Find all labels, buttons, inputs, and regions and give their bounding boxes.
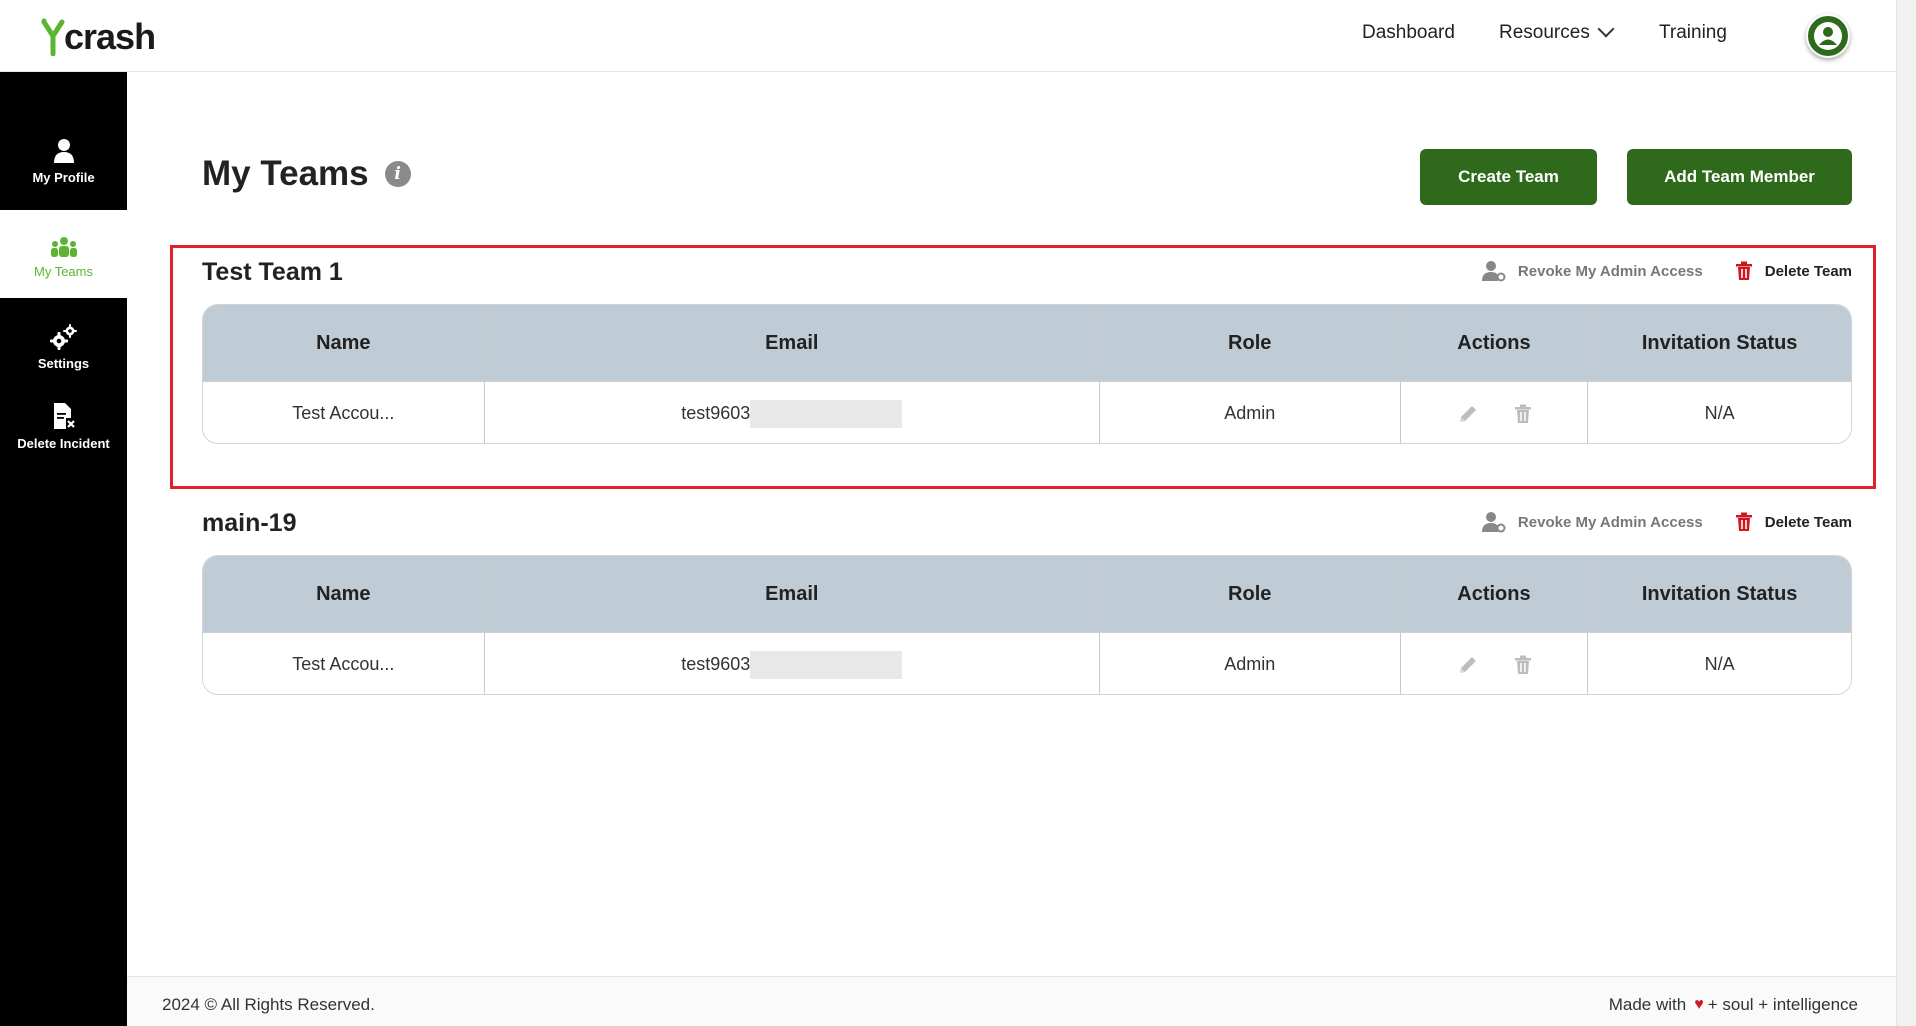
- create-team-button[interactable]: Create Team: [1420, 149, 1597, 205]
- user-key-icon: [1481, 512, 1506, 533]
- edit-icon[interactable]: [1457, 403, 1479, 425]
- member-role: Admin: [1100, 382, 1401, 443]
- heart-icon: ♥: [1694, 996, 1704, 1013]
- team-section: Test Team 1 Revoke My Admin Access Delet…: [202, 254, 1852, 444]
- trash-icon[interactable]: [1514, 404, 1531, 424]
- member-email: test9603: [485, 633, 1100, 694]
- gears-icon: [49, 324, 77, 350]
- copyright-text: 2024 © All Rights Reserved.: [162, 995, 375, 1014]
- col-email: Email: [485, 556, 1100, 632]
- member-name: Test Accou...: [203, 633, 485, 694]
- delete-team-label: Delete Team: [1764, 513, 1852, 531]
- sidebar-item-label: Delete Incident: [17, 436, 110, 451]
- col-invitation-status: Invitation Status: [1641, 331, 1798, 354]
- made-with-tail: + soul + intelligence: [1707, 995, 1858, 1014]
- delete-team-button[interactable]: Delete Team: [1735, 261, 1852, 281]
- trash-icon: [1735, 512, 1752, 531]
- trash-icon: [1735, 261, 1752, 280]
- sidebar-item-settings[interactable]: Settings: [0, 298, 127, 386]
- user-avatar[interactable]: [1806, 14, 1850, 58]
- user-icon: [53, 139, 74, 163]
- scrollbar[interactable]: [1896, 0, 1916, 1026]
- user-icon: [1814, 22, 1842, 50]
- table-row: Test Accou... test9603 Admin N/A: [203, 632, 1851, 694]
- made-with-text: Made with ♥ + soul + intelligence: [1609, 995, 1858, 1015]
- made-with-label: Made with: [1608, 995, 1687, 1014]
- col-email: Email: [485, 305, 1100, 381]
- members-table: Name Email Role Actions Invitation Statu…: [202, 555, 1852, 695]
- delete-team-label: Delete Team: [1764, 262, 1852, 280]
- sidebar-item-label: My Profile: [32, 170, 95, 185]
- member-email-text: test9603: [681, 654, 751, 674]
- col-actions: Actions: [1401, 305, 1589, 381]
- member-name: Test Accou...: [203, 382, 485, 443]
- nav-training[interactable]: Training: [1659, 22, 1727, 44]
- sidebar-item-label: My Teams: [34, 264, 93, 279]
- team-actions: Revoke My Admin Access Delete Team: [1481, 511, 1852, 533]
- info-icon[interactable]: i: [384, 161, 411, 187]
- sidebar-item-my-teams[interactable]: My Teams: [0, 210, 127, 298]
- email-redaction: [750, 399, 903, 428]
- revoke-admin-access-button[interactable]: Revoke My Admin Access: [1481, 260, 1703, 282]
- team-actions: Revoke My Admin Access Delete Team: [1481, 260, 1852, 282]
- member-role: Admin: [1100, 633, 1401, 694]
- table-header: Name Email Role Actions Invitation Statu…: [203, 305, 1851, 381]
- members-table: Name Email Role Actions Invitation Statu…: [202, 304, 1852, 444]
- revoke-label: Revoke My Admin Access: [1517, 513, 1703, 531]
- nav-dashboard[interactable]: Dashboard: [1362, 22, 1455, 44]
- team-section: main-19 Revoke My Admin Access Delete Te…: [202, 505, 1852, 695]
- page-title: My Teams i: [202, 154, 411, 194]
- logo-text: crash: [64, 16, 156, 57]
- add-team-member-button[interactable]: Add Team Member: [1627, 149, 1852, 205]
- col-role: Role: [1100, 305, 1401, 381]
- invitation-status: N/A: [1704, 403, 1735, 423]
- crash-logo[interactable]: crash: [40, 14, 156, 57]
- col-name: Name: [203, 305, 485, 381]
- main-content: My Teams i Create Team Add Team Member T…: [127, 72, 1896, 976]
- user-key-icon: [1481, 261, 1506, 282]
- revoke-label: Revoke My Admin Access: [1517, 262, 1703, 280]
- member-actions: [1401, 633, 1589, 694]
- col-invitation-status: Invitation Status: [1641, 582, 1798, 605]
- file-delete-icon: [53, 403, 75, 429]
- member-email-text: test9603: [681, 403, 751, 423]
- table-header: Name Email Role Actions Invitation Statu…: [203, 556, 1851, 632]
- table-row: Test Accou... test9603 Admin N/A: [203, 381, 1851, 443]
- nav-resources[interactable]: Resources: [1499, 20, 1615, 44]
- sidebar-item-delete-incident[interactable]: Delete Incident: [0, 386, 127, 474]
- edit-icon[interactable]: [1457, 654, 1479, 676]
- member-actions: [1401, 382, 1589, 443]
- page-title-text: My Teams: [202, 154, 369, 193]
- sidebar: My Profile My Teams Settings Delete Inci…: [0, 72, 127, 1026]
- revoke-admin-access-button[interactable]: Revoke My Admin Access: [1481, 511, 1703, 533]
- col-name: Name: [203, 556, 485, 632]
- team-icon: [50, 237, 77, 257]
- chevron-down-icon: [1597, 20, 1615, 38]
- nav-resources-label: Resources: [1499, 22, 1590, 43]
- invitation-status: N/A: [1704, 654, 1735, 674]
- sidebar-item-my-profile[interactable]: My Profile: [0, 72, 127, 210]
- delete-team-button[interactable]: Delete Team: [1735, 512, 1852, 532]
- sidebar-item-label: Settings: [37, 356, 90, 371]
- member-email: test9603: [485, 382, 1100, 443]
- col-role: Role: [1100, 556, 1401, 632]
- top-header: crash Dashboard Resources Training: [0, 0, 1896, 72]
- logo-y-mark: [40, 16, 66, 57]
- footer: 2024 © All Rights Reserved. Made with ♥ …: [127, 976, 1896, 1026]
- trash-icon[interactable]: [1514, 655, 1531, 675]
- col-actions: Actions: [1401, 556, 1589, 632]
- email-redaction: [750, 650, 903, 679]
